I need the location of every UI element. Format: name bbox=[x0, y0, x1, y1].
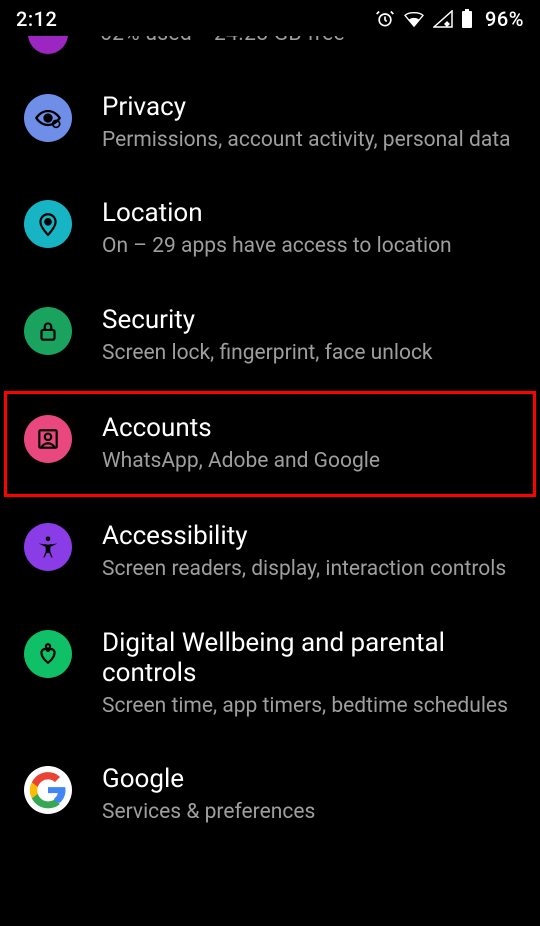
settings-item-wellbeing[interactable]: Digital Wellbeing and parental controls … bbox=[0, 606, 540, 742]
cell-signal-icon bbox=[433, 10, 453, 28]
settings-item-accounts[interactable]: Accounts WhatsApp, Adobe and Google bbox=[4, 391, 536, 497]
item-title: Security bbox=[102, 305, 516, 335]
status-left: 2:12 bbox=[16, 7, 57, 31]
item-text: Security Screen lock, fingerprint, face … bbox=[102, 305, 516, 367]
item-title: Location bbox=[102, 198, 516, 228]
settings-item-privacy[interactable]: Privacy Permissions, account activity, p… bbox=[0, 70, 540, 176]
item-subtitle: On – 29 apps have access to location bbox=[102, 232, 516, 260]
storage-icon bbox=[28, 36, 68, 54]
wellbeing-heart-icon bbox=[24, 630, 72, 678]
item-title: Privacy bbox=[102, 92, 516, 122]
item-subtitle: Services & preferences bbox=[102, 798, 516, 826]
accessibility-icon bbox=[24, 523, 72, 571]
location-pin-icon bbox=[24, 200, 72, 248]
settings-item-accessibility[interactable]: Accessibility Screen readers, display, i… bbox=[0, 499, 540, 605]
account-icon bbox=[24, 415, 72, 463]
item-text: Accessibility Screen readers, display, i… bbox=[102, 521, 516, 583]
item-subtitle: Screen time, app timers, bedtime schedul… bbox=[102, 692, 516, 720]
wifi-icon bbox=[403, 10, 425, 28]
alarm-icon bbox=[375, 9, 395, 29]
status-right: 96% bbox=[375, 7, 524, 31]
item-title: Google bbox=[102, 764, 516, 794]
item-subtitle: Permissions, account activity, personal … bbox=[102, 126, 516, 154]
item-text: Google Services & preferences bbox=[102, 764, 516, 826]
settings-list[interactable]: Privacy Permissions, account activity, p… bbox=[0, 70, 540, 848]
item-title: Accessibility bbox=[102, 521, 516, 551]
settings-item-location[interactable]: Location On – 29 apps have access to loc… bbox=[0, 176, 540, 282]
battery-percent: 96% bbox=[485, 7, 524, 31]
google-g-icon bbox=[24, 766, 72, 814]
settings-item-security[interactable]: Security Screen lock, fingerprint, face … bbox=[0, 283, 540, 389]
status-bar: 2:12 96% bbox=[0, 0, 540, 36]
storage-item-truncated[interactable]: 62% used 24.28 GB free bbox=[0, 36, 540, 70]
storage-subtitle: 62% used 24.28 GB free bbox=[100, 36, 345, 46]
item-subtitle: Screen lock, fingerprint, face unlock bbox=[102, 339, 516, 367]
item-text: Privacy Permissions, account activity, p… bbox=[102, 92, 516, 154]
item-title: Accounts bbox=[102, 413, 516, 443]
item-title: Digital Wellbeing and parental controls bbox=[102, 628, 516, 688]
item-subtitle: Screen readers, display, interaction con… bbox=[102, 555, 516, 583]
eye-privacy-icon bbox=[24, 94, 72, 142]
settings-item-google[interactable]: Google Services & preferences bbox=[0, 742, 540, 848]
item-text: Digital Wellbeing and parental controls … bbox=[102, 628, 516, 720]
item-text: Accounts WhatsApp, Adobe and Google bbox=[102, 413, 516, 475]
item-text: Location On – 29 apps have access to loc… bbox=[102, 198, 516, 260]
settings-screen: 2:12 96% 62% used 24.28 GB free bbox=[0, 0, 540, 926]
lock-icon bbox=[24, 307, 72, 355]
status-time: 2:12 bbox=[16, 7, 57, 31]
battery-icon bbox=[461, 9, 473, 29]
item-subtitle: WhatsApp, Adobe and Google bbox=[102, 447, 516, 475]
